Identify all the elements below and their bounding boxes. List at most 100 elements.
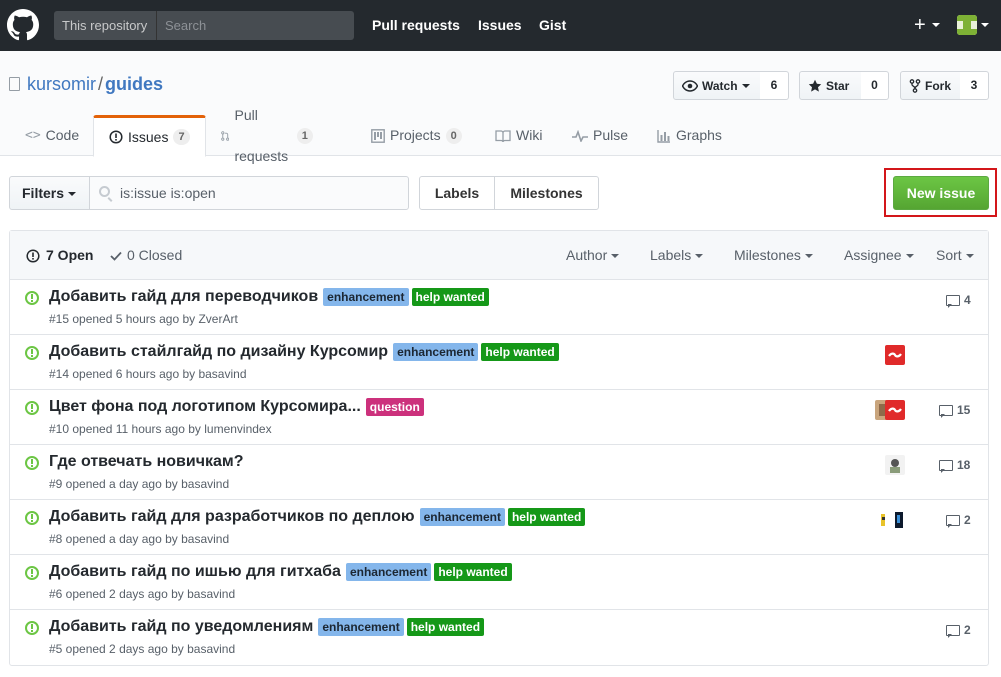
repo-icon <box>9 77 20 91</box>
issue-meta: #6 opened 2 days ago by basavind <box>49 587 236 601</box>
comments-link[interactable]: 4 <box>946 293 971 308</box>
label-help-wanted[interactable]: help wanted <box>507 508 586 526</box>
issue-opened-icon <box>26 248 40 263</box>
milestones-filter-label: Milestones <box>734 247 801 263</box>
watch-button[interactable]: Watch <box>673 71 761 100</box>
assignee-avatar[interactable] <box>885 510 905 530</box>
chevron-down-icon <box>965 254 974 259</box>
issues-counter: 7 <box>173 129 190 145</box>
open-issues-toggle[interactable]: 7 Open <box>26 231 93 280</box>
tab-pull-requests[interactable]: Pull requests 1 <box>221 107 313 164</box>
label-help-wanted[interactable]: help wanted <box>411 288 489 306</box>
issues-list: 7 Open 0 Closed Author Labels Milestones… <box>9 230 989 666</box>
chevron-down-icon <box>741 83 750 88</box>
labels-filter-label: Labels <box>650 247 692 263</box>
issue-title-link[interactable]: Добавить гайд по ишью для гитхаба <box>49 563 341 581</box>
comment-icon <box>939 459 953 473</box>
fork-button[interactable]: Fork <box>900 71 961 100</box>
comments-link[interactable]: 2 <box>946 513 971 528</box>
issue-search-input[interactable]: is:issue is:open <box>89 176 409 210</box>
label-enhancement[interactable]: enhancement <box>318 618 404 636</box>
sort-filter[interactable]: Sort <box>936 231 974 280</box>
code-icon: <> <box>25 128 41 143</box>
star-button[interactable]: Star <box>799 71 862 100</box>
new-issue-button[interactable]: New issue <box>893 176 989 210</box>
open-count-label: 7 Open <box>46 247 94 263</box>
label-question[interactable]: question <box>365 398 424 416</box>
comment-icon <box>939 404 953 418</box>
fork-count[interactable]: 3 <box>960 71 989 100</box>
issue-title-link[interactable]: Цвет фона под логотипом Курсомира... <box>49 398 361 416</box>
chevron-down-icon <box>611 254 620 259</box>
comments-link[interactable]: 2 <box>946 623 971 638</box>
site-header: This repository Search Pull requests Iss… <box>0 0 1001 51</box>
tab-projects[interactable]: Projects 0 <box>371 115 462 156</box>
tab-issues[interactable]: Issues 7 <box>93 115 206 157</box>
fork-label: Fork <box>925 78 952 93</box>
issue-title-link[interactable]: Добавить гайд по уведомлениям <box>49 618 313 636</box>
label-help-wanted[interactable]: help wanted <box>406 618 485 636</box>
issue-title-link[interactable]: Добавить стайлгайд по дизайну Курсомир <box>49 343 388 361</box>
assignee-avatar[interactable] <box>885 345 905 365</box>
avatar-image <box>957 15 977 35</box>
watch-count[interactable]: 6 <box>760 71 789 100</box>
label-enhancement[interactable]: enhancement <box>419 508 505 526</box>
issue-title-link[interactable]: Добавить гайд для разработчиков по депло… <box>49 508 415 526</box>
issue-opened-icon <box>109 130 123 144</box>
assignee-filter-label: Assignee <box>844 247 902 263</box>
issue-opened-icon <box>25 291 39 305</box>
assignee-avatar[interactable] <box>885 455 905 475</box>
tab-code[interactable]: <> Code <box>25 115 79 156</box>
tab-graphs-label: Graphs <box>676 127 722 143</box>
label-enhancement[interactable]: enhancement <box>345 563 432 581</box>
author-filter[interactable]: Author <box>566 231 620 280</box>
repo-name-link[interactable]: guides <box>105 74 163 94</box>
nav-gist[interactable]: Gist <box>539 0 566 51</box>
github-logo-icon[interactable] <box>7 9 39 41</box>
issue-row: Добавить гайд по ишью для гитхаба enhanc… <box>10 555 988 610</box>
issue-title-link[interactable]: Где отвечать новичкам? <box>49 453 244 471</box>
issue-opened-icon <box>25 346 39 360</box>
star-count[interactable]: 0 <box>861 71 889 100</box>
issue-opened-icon <box>25 511 39 525</box>
author-filter-label: Author <box>566 247 608 263</box>
milestones-button[interactable]: Milestones <box>494 176 599 210</box>
pulls-counter: 1 <box>296 127 313 144</box>
issue-opened-icon <box>25 456 39 470</box>
issue-meta: #9 opened a day ago by basavind <box>49 477 230 491</box>
avatar-image <box>885 345 905 365</box>
milestones-filter[interactable]: Milestones <box>734 231 813 280</box>
comment-count: 4 <box>964 293 971 307</box>
issues-list-header: 7 Open 0 Closed Author Labels Milestones… <box>10 231 988 280</box>
issue-title-link[interactable]: Добавить гайд для переводчиков <box>49 288 318 306</box>
closed-issues-toggle[interactable]: 0 Closed <box>110 231 182 280</box>
header-search[interactable]: This repository Search <box>54 11 354 40</box>
avatar-image <box>885 455 905 475</box>
comments-link[interactable]: 18 <box>939 458 970 473</box>
label-enhancement[interactable]: enhancement <box>393 343 479 361</box>
tab-wiki[interactable]: Wiki <box>495 115 542 156</box>
tab-pull-requests-label: Pull requests <box>234 106 289 164</box>
nav-pull-requests[interactable]: Pull requests <box>372 0 460 51</box>
labels-button[interactable]: Labels <box>419 176 495 210</box>
issue-row: Цвет фона под логотипом Курсомира... que… <box>10 390 988 445</box>
label-enhancement[interactable]: enhancement <box>323 288 409 306</box>
assignee-filter[interactable]: Assignee <box>844 231 914 280</box>
chevron-down-icon <box>804 254 813 259</box>
search-input[interactable]: Search <box>165 11 206 40</box>
repo-owner-link[interactable]: kursomir <box>27 74 96 94</box>
tab-graphs[interactable]: Graphs <box>657 115 722 156</box>
repo-header: kursomir / guides Watch 6 Star 0 Fork 3 … <box>0 51 1001 164</box>
comment-icon <box>946 514 960 528</box>
labels-filter[interactable]: Labels <box>650 231 704 280</box>
filters-button[interactable]: Filters <box>9 176 90 210</box>
avatar[interactable] <box>957 15 977 35</box>
issue-meta: #5 opened 2 days ago by basavind <box>49 642 236 656</box>
label-help-wanted[interactable]: help wanted <box>434 563 512 581</box>
comments-link[interactable]: 15 <box>939 403 970 418</box>
tab-pulse[interactable]: Pulse <box>572 115 628 156</box>
closed-count-label: 0 Closed <box>127 247 183 263</box>
assignee-avatar[interactable] <box>885 400 905 420</box>
nav-issues[interactable]: Issues <box>478 0 522 51</box>
label-help-wanted[interactable]: help wanted <box>481 343 559 361</box>
